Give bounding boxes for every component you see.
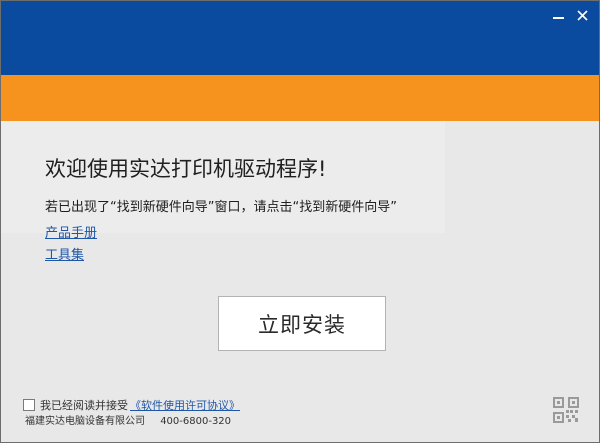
close-button[interactable] [573,6,591,24]
instruction-text: 若已出现了“找到新硬件向导”窗口，请点击“找到新硬件向导” [45,200,397,215]
agree-text: 我已经阅读并接受 [40,399,128,412]
agree-checkbox[interactable] [23,399,35,411]
close-icon [576,9,588,21]
welcome-heading: 欢迎使用实达打印机驱动程序! [45,157,327,181]
install-button[interactable]: 立即安装 [218,296,386,351]
product-manual-link[interactable]: 产品手册 [45,222,97,241]
installer-window: 欢迎使用实达打印机驱动程序! 若已出现了“找到新硬件向导”窗口，请点击“找到新硬… [0,0,600,443]
qr-code-icon[interactable] [553,397,579,423]
company-name: 福建实达电脑设备有限公司 [25,416,145,427]
toolkit-link[interactable]: 工具集 [45,244,84,263]
minimize-button[interactable] [549,6,567,24]
title-bar[interactable] [1,1,599,75]
license-link[interactable]: 《软件使用许可协议》 [130,397,240,413]
phone-number: 400-6800-320 [160,416,232,427]
minimize-icon [552,17,564,19]
company-info: 福建实达电脑设备有限公司 400-6800-320 [25,412,231,427]
license-agreement-row: 我已经阅读并接受 《软件使用许可协议》 [23,398,240,412]
accent-band [1,75,599,121]
